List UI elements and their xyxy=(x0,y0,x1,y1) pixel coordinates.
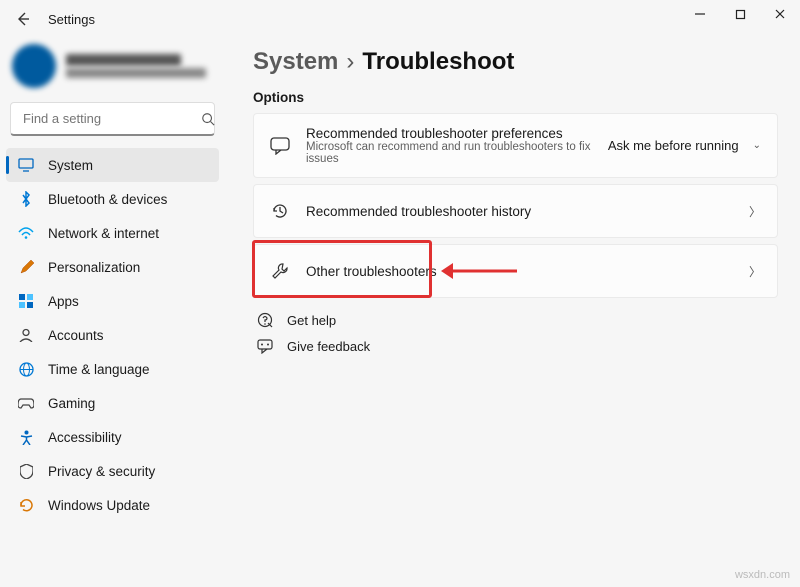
sidebar-item-label: Network & internet xyxy=(48,226,159,241)
sidebar-item-windows-update[interactable]: Windows Update xyxy=(6,488,219,522)
profile-email xyxy=(66,68,206,78)
search-input[interactable] xyxy=(21,110,201,127)
sidebar-item-label: Accessibility xyxy=(48,430,122,445)
sidebar-item-personalization[interactable]: Personalization xyxy=(6,250,219,284)
privacy-icon xyxy=(18,463,34,479)
back-button[interactable] xyxy=(12,8,34,30)
profile-block[interactable] xyxy=(6,40,219,98)
accounts-icon xyxy=(18,327,34,343)
link-label: Get help xyxy=(287,313,336,328)
watermark: wsxdn.com xyxy=(735,569,790,581)
windows-update-icon xyxy=(18,497,34,513)
avatar xyxy=(12,44,56,88)
sidebar-item-label: System xyxy=(48,158,93,173)
sidebar-item-label: Personalization xyxy=(48,260,140,275)
help-links: Get help Give feedback xyxy=(253,312,778,354)
sidebar-item-gaming[interactable]: Gaming xyxy=(6,386,219,420)
card-title: Other troubleshooters xyxy=(306,264,733,279)
bluetooth-icon xyxy=(18,191,34,207)
card-recommended-preferences[interactable]: Recommended troubleshooter preferences M… xyxy=(253,113,778,178)
profile-name xyxy=(66,54,181,66)
profile-text xyxy=(66,54,206,78)
card-title: Recommended troubleshooter preferences xyxy=(306,126,592,141)
chevron-right-icon: 〉 xyxy=(749,263,761,280)
sidebar-item-label: Time & language xyxy=(48,362,150,377)
chat-icon xyxy=(270,136,290,156)
maximize-button[interactable] xyxy=(720,0,760,28)
breadcrumb-current: Troubleshoot xyxy=(362,48,514,76)
sidebar-item-apps[interactable]: Apps xyxy=(6,284,219,318)
section-title: Options xyxy=(253,90,778,105)
feedback-icon xyxy=(257,338,273,354)
minimize-button[interactable] xyxy=(680,0,720,28)
link-get-help[interactable]: Get help xyxy=(257,312,778,328)
history-icon xyxy=(270,201,290,221)
sidebar: System Bluetooth & devices Network & int… xyxy=(0,34,225,522)
app-title: Settings xyxy=(48,12,95,27)
close-button[interactable] xyxy=(760,0,800,28)
card-subtitle: Microsoft can recommend and run troubles… xyxy=(306,141,592,165)
gaming-icon xyxy=(18,395,34,411)
help-icon xyxy=(257,312,273,328)
sidebar-item-label: Privacy & security xyxy=(48,464,155,479)
chevron-right-icon: 〉 xyxy=(749,203,761,220)
breadcrumb-parent[interactable]: System xyxy=(253,48,338,76)
sidebar-item-system[interactable]: System xyxy=(6,148,219,182)
annotation-arrow xyxy=(439,259,519,283)
card-other-troubleshooters[interactable]: Other troubleshooters 〉 xyxy=(253,244,778,298)
sidebar-item-accounts[interactable]: Accounts xyxy=(6,318,219,352)
sidebar-item-label: Accounts xyxy=(48,328,104,343)
preferences-dropdown[interactable]: Ask me before running ⌄ xyxy=(608,138,761,153)
card-recommended-history[interactable]: Recommended troubleshooter history 〉 xyxy=(253,184,778,238)
chevron-down-icon: ⌄ xyxy=(753,140,761,151)
time-language-icon xyxy=(18,361,34,377)
accessibility-icon xyxy=(18,429,34,445)
sidebar-item-bluetooth[interactable]: Bluetooth & devices xyxy=(6,182,219,216)
system-icon xyxy=(18,157,34,173)
network-icon xyxy=(18,225,34,241)
main-content: System › Troubleshoot Options Recommende… xyxy=(225,34,800,522)
search-icon xyxy=(201,111,215,127)
nav-list: System Bluetooth & devices Network & int… xyxy=(6,148,219,522)
sidebar-item-network[interactable]: Network & internet xyxy=(6,216,219,250)
sidebar-item-label: Gaming xyxy=(48,396,95,411)
link-label: Give feedback xyxy=(287,339,370,354)
sidebar-item-privacy[interactable]: Privacy & security xyxy=(6,454,219,488)
personalization-icon xyxy=(18,259,34,275)
sidebar-item-time-language[interactable]: Time & language xyxy=(6,352,219,386)
link-give-feedback[interactable]: Give feedback xyxy=(257,338,778,354)
wrench-icon xyxy=(270,261,290,281)
apps-icon xyxy=(18,293,34,309)
window-controls xyxy=(680,0,800,28)
dropdown-label: Ask me before running xyxy=(608,138,745,153)
sidebar-item-accessibility[interactable]: Accessibility xyxy=(6,420,219,454)
sidebar-item-label: Bluetooth & devices xyxy=(48,192,167,207)
search-box[interactable] xyxy=(10,102,215,136)
breadcrumb: System › Troubleshoot xyxy=(253,48,778,76)
card-title: Recommended troubleshooter history xyxy=(306,204,733,219)
breadcrumb-separator: › xyxy=(346,48,354,76)
sidebar-item-label: Apps xyxy=(48,294,79,309)
sidebar-item-label: Windows Update xyxy=(48,498,150,513)
